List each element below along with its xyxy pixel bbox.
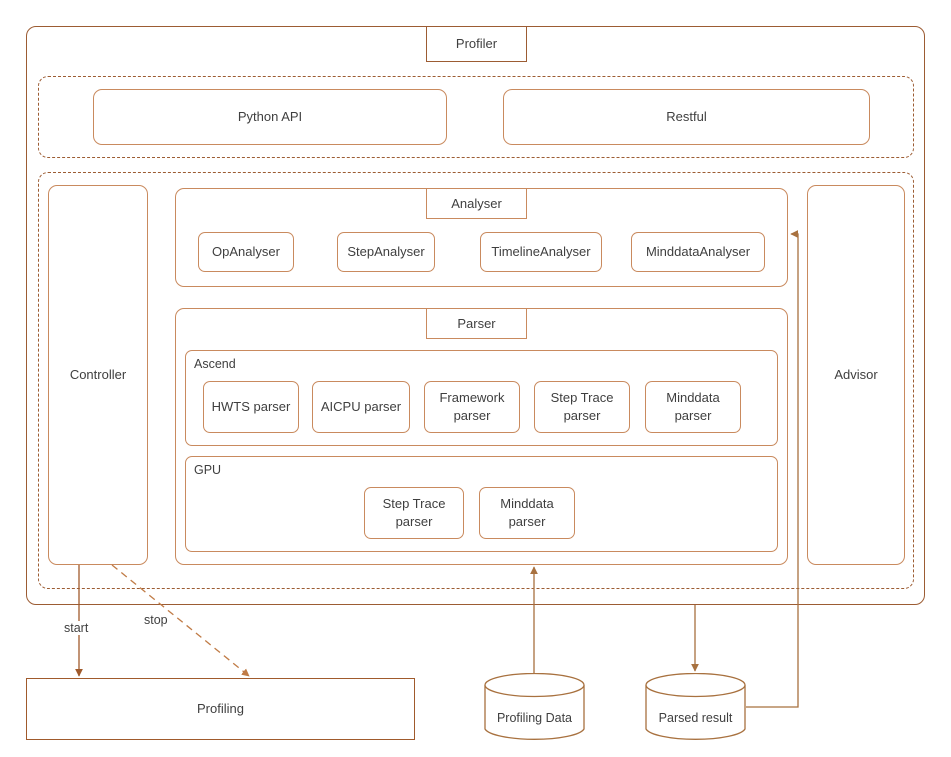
analyser-title-tab: Analyser [426, 188, 527, 219]
framework-parser-box[interactable]: Framework parser [424, 381, 520, 433]
profiling-label: Profiling [197, 701, 244, 717]
profiler-title-label: Profiler [455, 36, 498, 52]
profiling-data-shape [484, 672, 585, 740]
ascend-minddata-parser-label: Minddata parser [666, 390, 720, 423]
parsed-result-cylinder[interactable]: Parsed result [645, 672, 746, 741]
ascend-step-trace-parser-box[interactable]: Step Trace parser [534, 381, 630, 433]
advisor-label: Advisor [834, 367, 878, 383]
analyser-title-label: Analyser [451, 195, 502, 211]
diagram-canvas: Profiler Python API Restful Controller A… [0, 0, 951, 757]
gpu-step-trace-parser-label: Step Trace parser [382, 496, 446, 529]
ascend-minddata-parser-box[interactable]: Minddata parser [645, 381, 741, 433]
profiling-box[interactable]: Profiling [26, 678, 415, 740]
framework-parser-label: Framework parser [439, 390, 505, 423]
profiling-data-cylinder[interactable]: Profiling Data [484, 672, 585, 741]
step-analyser-box[interactable]: StepAnalyser [337, 232, 435, 272]
gpu-minddata-parser-box[interactable]: Minddata parser [479, 487, 575, 539]
profiler-title-tab: Profiler [426, 26, 527, 62]
advisor-box[interactable]: Advisor [807, 185, 905, 565]
parsed-result-shape [645, 672, 746, 740]
hwts-parser-box[interactable]: HWTS parser [203, 381, 299, 433]
restful-box[interactable]: Restful [503, 89, 870, 145]
aicpu-parser-label: AICPU parser [320, 399, 402, 415]
aicpu-parser-box[interactable]: AICPU parser [312, 381, 410, 433]
minddata-analyser-label: MinddataAnalyser [645, 244, 751, 260]
op-analyser-box[interactable]: OpAnalyser [198, 232, 294, 272]
edge-label-stop: stop [142, 613, 170, 627]
profiling-data-label: Profiling Data [496, 711, 573, 725]
timeline-analyser-box[interactable]: TimelineAnalyser [480, 232, 602, 272]
step-analyser-label: StepAnalyser [347, 244, 425, 260]
minddata-analyser-box[interactable]: MinddataAnalyser [631, 232, 765, 272]
edge-label-start: start [62, 621, 91, 635]
timeline-analyser-label: TimelineAnalyser [491, 244, 591, 260]
gpu-group-label: GPU [192, 463, 224, 477]
controller-label: Controller [69, 367, 127, 383]
hwts-parser-label: HWTS parser [211, 399, 291, 415]
parser-title-label: Parser [457, 315, 496, 331]
python-api-box[interactable]: Python API [93, 89, 447, 145]
ascend-group-label: Ascend [192, 357, 238, 371]
ascend-step-trace-parser-label: Step Trace parser [550, 390, 614, 423]
python-api-label: Python API [237, 109, 303, 125]
parser-title-tab: Parser [426, 308, 527, 339]
restful-label: Restful [666, 109, 707, 125]
controller-box[interactable]: Controller [48, 185, 148, 565]
gpu-minddata-parser-label: Minddata parser [500, 496, 554, 529]
gpu-step-trace-parser-box[interactable]: Step Trace parser [364, 487, 464, 539]
op-analyser-label: OpAnalyser [212, 244, 280, 260]
parsed-result-label: Parsed result [658, 711, 733, 725]
